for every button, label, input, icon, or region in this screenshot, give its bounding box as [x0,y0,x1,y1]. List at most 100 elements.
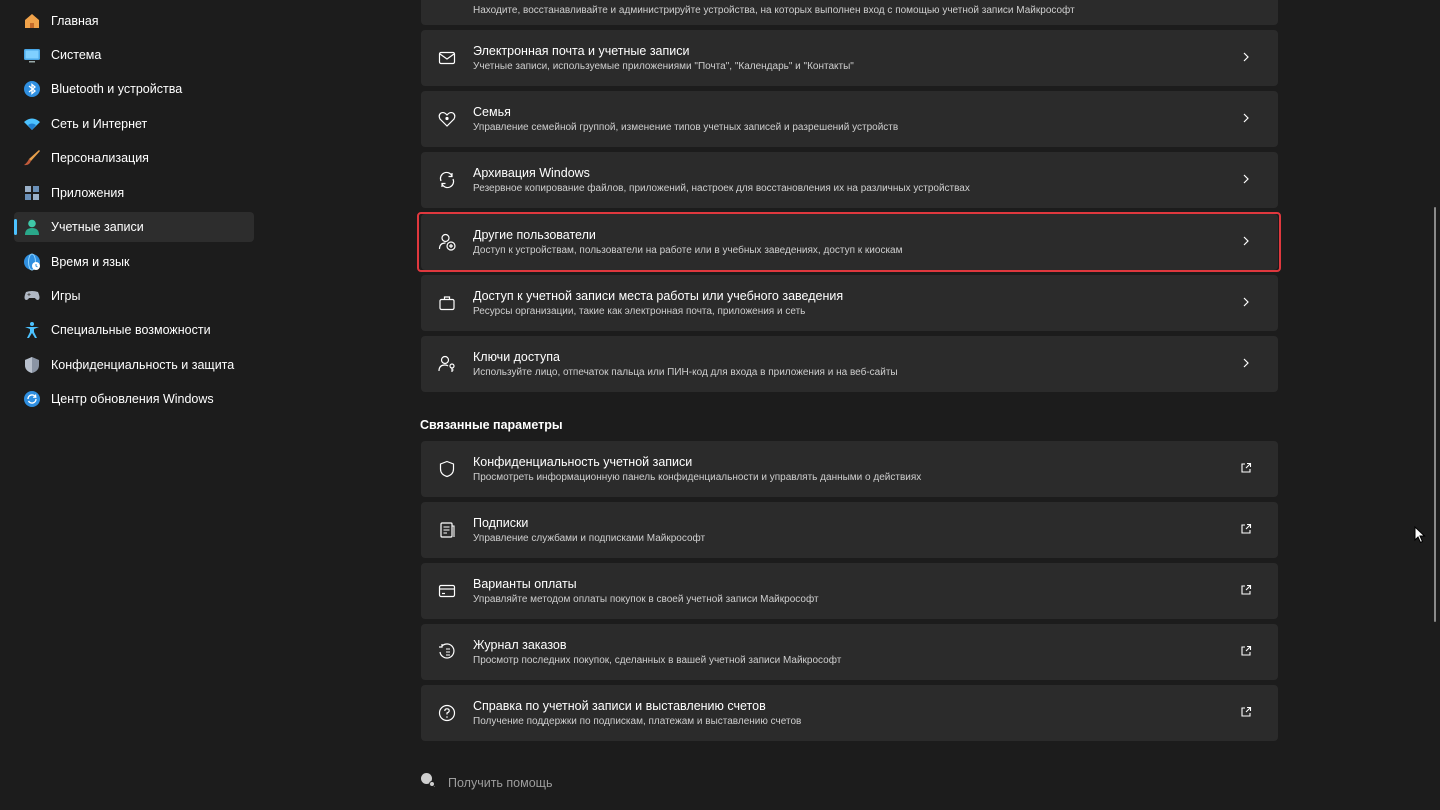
card-title: Варианты оплаты [473,576,577,591]
card-subtitle: Управление службами и подписками Майкрос… [473,532,706,544]
chevron-right-icon [1238,110,1254,126]
card-subtitle: Управление семейной группой, изменение т… [473,121,899,133]
sidebar-item-label: Специальные возможности [51,323,211,337]
sidebar-item-accounts[interactable]: Учетные записи [14,212,254,242]
sidebar-item-apps[interactable]: Приложения [14,178,254,208]
help-icon [437,703,457,723]
sidebar-item-label: Главная [51,14,99,28]
scrollbar[interactable] [1434,207,1436,622]
card-account-privacy[interactable]: Конфиденциальность учетной записи Просмо… [421,441,1278,497]
sidebar-item-label: Центр обновления Windows [51,392,214,406]
chevron-right-icon [1238,294,1254,310]
card-windows-backup[interactable]: Архивация Windows Резервное копирование … [421,152,1278,208]
card-subscriptions[interactable]: Подписки Управление службами и подпискам… [421,502,1278,558]
bluetooth-icon [22,79,42,99]
add-user-icon [437,232,457,252]
wifi-icon [22,114,42,134]
accessibility-icon [22,320,42,340]
card-title: Электронная почта и учетные записи [473,43,690,58]
mail-icon [437,48,457,68]
sidebar-item-system[interactable]: Система [14,40,254,70]
sidebar-item-label: Игры [51,289,81,303]
card-subtitle: Получение поддержки по подпискам, платеж… [473,715,802,727]
card-title: Другие пользователи [473,227,596,242]
sidebar-item-personalization[interactable]: Персонализация [14,143,254,173]
card-payment-options[interactable]: Варианты оплаты Управляйте методом оплат… [421,563,1278,619]
card-title: Семья [473,104,511,119]
card-subtitle: Ресурсы организации, такие как электронн… [473,305,806,317]
sidebar-item-windows-update[interactable]: Центр обновления Windows [14,384,254,414]
sidebar-item-label: Учетные записи [51,220,144,234]
sidebar-item-time-language[interactable]: Время и язык [14,247,254,277]
user-icon [22,217,42,237]
card-family[interactable]: Семья Управление семейной группой, измен… [421,91,1278,147]
sidebar-item-label: Система [51,48,102,62]
external-link-icon [1238,643,1254,659]
chevron-right-icon [1238,233,1254,249]
monitor-icon [22,45,42,65]
chevron-right-icon [1238,49,1254,65]
sidebar-item-accessibility[interactable]: Специальные возможности [14,315,254,345]
shield-icon [22,355,42,375]
card-title: Конфиденциальность учетной записи [473,454,693,469]
home-icon [22,11,42,31]
card-billing-help[interactable]: Справка по учетной записи и выставлению … [421,685,1278,741]
sidebar-item-bluetooth[interactable]: Bluetooth и устройства [14,74,254,104]
sidebar-item-label: Персонализация [51,151,149,165]
sidebar-item-home[interactable]: Главная [14,6,254,36]
card-title: Архивация Windows [473,165,590,180]
card-work-school-access[interactable]: Доступ к учетной записи места работы или… [421,275,1278,331]
card-order-history[interactable]: Журнал заказов Просмотр последних покупо… [421,624,1278,680]
card-other-users[interactable]: Другие пользователи Доступ к устройствам… [421,214,1278,270]
chevron-right-icon [1238,355,1254,371]
card-subtitle: Резервное копирование файлов, приложений… [473,182,970,194]
help-chat-icon [420,772,436,793]
chevron-right-icon [1238,171,1254,187]
external-link-icon [1238,521,1254,537]
card-title: Подписки [473,515,529,530]
card-title: Журнал заказов [473,637,567,652]
sidebar-item-label: Bluetooth и устройства [51,82,183,96]
card-subtitle: Просмотр последних покупок, сделанных в … [473,654,842,666]
card-subtitle: Находите, восстанавливайте и администрир… [473,4,1075,16]
history-icon [437,642,457,662]
mouse-cursor-icon [1414,525,1426,549]
card-subtitle: Доступ к устройствам, пользователи на ра… [473,244,903,256]
sidebar-item-label: Конфиденциальность и защита [51,358,235,372]
sidebar-item-label: Время и язык [51,255,130,269]
get-help-link[interactable]: Получить помощь [420,772,552,793]
external-link-icon [1238,460,1254,476]
devices-icon [437,0,457,7]
passkey-icon [437,354,457,374]
card-devices[interactable]: Находите, восстанавливайте и администрир… [421,0,1278,25]
shield-outline-icon [437,459,457,479]
sidebar-item-label: Сеть и Интернет [51,117,148,131]
card-passkeys[interactable]: Ключи доступа Используйте лицо, отпечато… [421,336,1278,392]
globe-clock-icon [22,252,42,272]
subscriptions-icon [437,520,457,540]
sidebar-item-network[interactable]: Сеть и Интернет [14,109,254,139]
gamepad-icon [22,286,42,306]
card-title: Справка по учетной записи и выставлению … [473,698,766,713]
card-title: Ключи доступа [473,349,560,364]
briefcase-icon [437,293,457,313]
apps-icon [22,183,42,203]
sidebar: Главная Система Bluetooth и устройства С… [0,0,270,810]
sidebar-item-gaming[interactable]: Игры [14,281,254,311]
sidebar-item-label: Приложения [51,186,125,200]
external-link-icon [1238,582,1254,598]
get-help-label: Получить помощь [448,775,553,790]
card-email-accounts[interactable]: Электронная почта и учетные записи Учетн… [421,30,1278,86]
family-heart-icon [437,109,457,129]
sidebar-item-privacy[interactable]: Конфиденциальность и защита [14,350,254,380]
update-icon [22,389,42,409]
chevron-right-icon [1238,0,1254,1]
credit-card-icon [437,581,457,601]
backup-icon [437,170,457,190]
card-subtitle: Учетные записи, используемые приложениям… [473,60,854,72]
card-subtitle: Просмотреть информационную панель конфид… [473,471,922,483]
brush-icon [22,148,42,168]
related-settings-heading: Связанные параметры [420,418,563,432]
card-subtitle: Управляйте методом оплаты покупок в свое… [473,593,819,605]
card-title: Доступ к учетной записи места работы или… [473,288,844,303]
